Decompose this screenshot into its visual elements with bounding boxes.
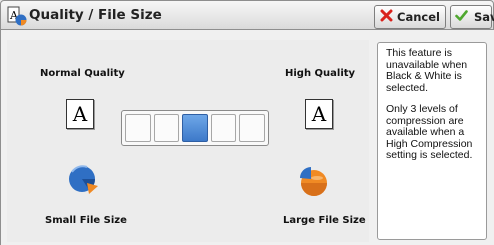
- normal-quality-glyph: A: [72, 102, 88, 126]
- small-file-size-label: Small File Size: [45, 215, 127, 226]
- info-pane: This feature is unavailable when Black &…: [377, 42, 487, 240]
- cancel-button-label: Cancel: [397, 10, 440, 24]
- large-pie-icon: [297, 163, 331, 197]
- high-quality-label: High Quality: [285, 68, 356, 79]
- quality-file-size-icon: A: [7, 6, 27, 26]
- quality-level-slider: [121, 110, 269, 146]
- save-button-label: Save: [474, 10, 494, 24]
- cancel-button[interactable]: Cancel: [374, 5, 446, 29]
- save-button[interactable]: Save: [450, 5, 494, 29]
- quality-file-size-window: A Quality / File Size Cancel Save: [0, 0, 494, 245]
- quality-level-3[interactable]: [182, 114, 208, 142]
- large-file-size-label: Large File Size: [283, 215, 366, 226]
- quality-level-2[interactable]: [153, 114, 180, 142]
- red-x-icon: [380, 9, 393, 25]
- info-text-unavailable: This feature is unavailable when Black &…: [386, 47, 468, 94]
- window-title: Quality / File Size: [29, 7, 162, 23]
- high-quality-icon: A: [305, 99, 333, 129]
- checkmark-icon: [455, 9, 468, 25]
- normal-quality-icon: A: [66, 99, 94, 129]
- title-bar: A Quality / File Size Cancel Save: [0, 0, 494, 30]
- quality-level-4[interactable]: [210, 114, 237, 142]
- normal-quality-label: Normal Quality: [40, 68, 125, 79]
- quality-level-1[interactable]: [125, 114, 151, 142]
- high-quality-glyph: A: [311, 102, 327, 126]
- quality-panel: Normal Quality High Quality A A Small Fi…: [7, 40, 369, 242]
- small-pie-icon: [67, 163, 101, 197]
- quality-level-5[interactable]: [239, 114, 265, 142]
- info-text-compression: Only 3 levels of compression are availab…: [386, 103, 473, 161]
